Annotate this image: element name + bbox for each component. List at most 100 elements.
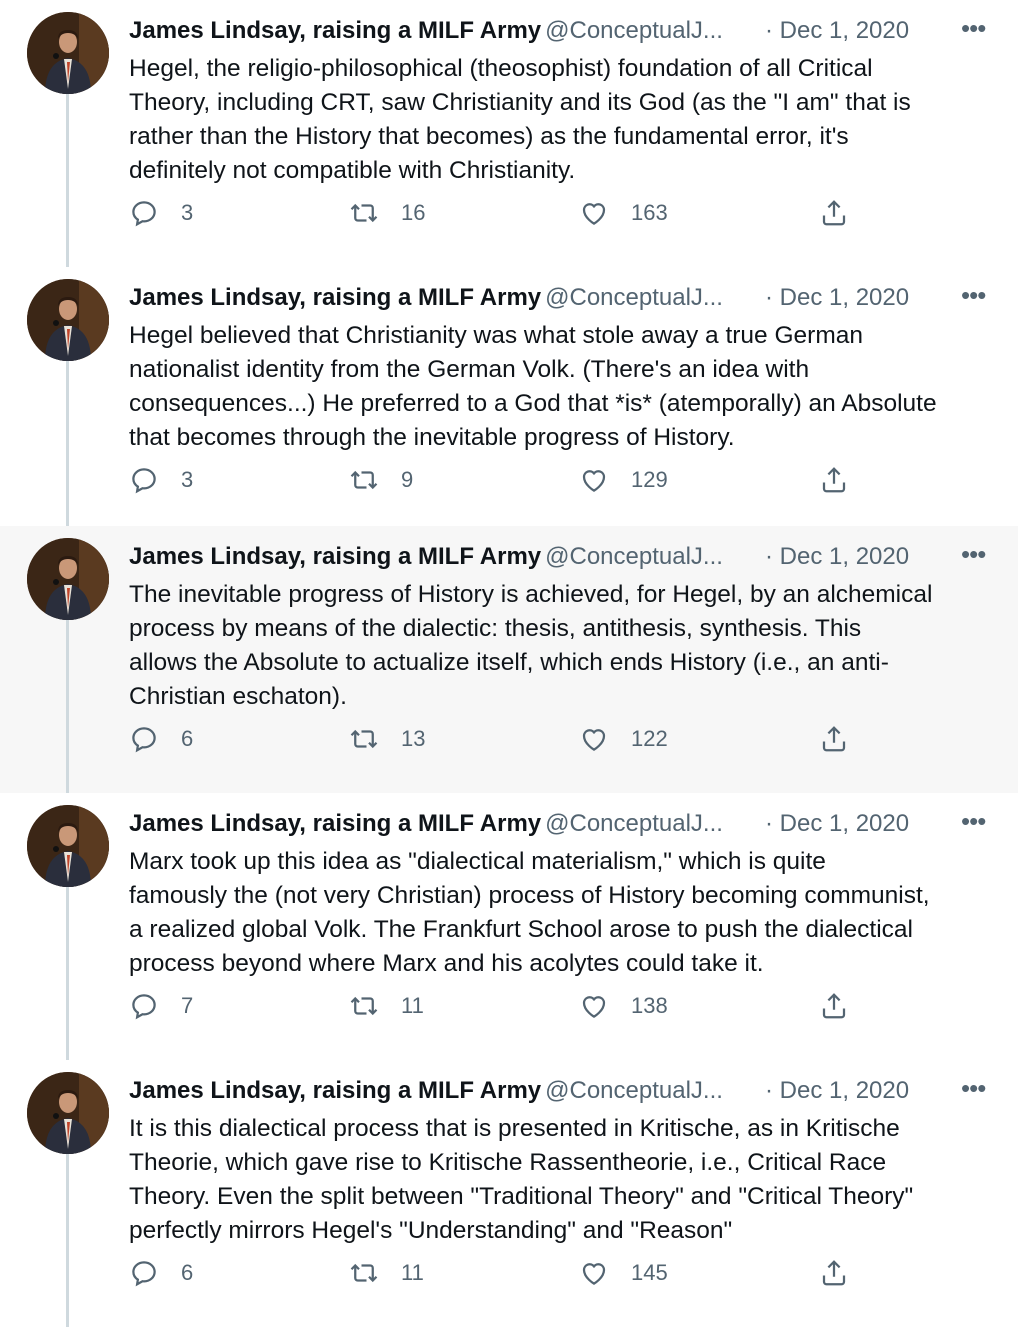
share-icon xyxy=(819,1258,849,1288)
reply-count: 6 xyxy=(181,726,194,751)
tweet-actions: 3 16 163 xyxy=(129,196,869,230)
author-name[interactable]: James Lindsay, raising a MILF Army xyxy=(129,810,541,837)
reply-icon xyxy=(129,198,159,228)
tweet-actions: 3 9 129 xyxy=(129,463,869,497)
reply-count: 7 xyxy=(181,993,194,1018)
tweet-highlighted[interactable]: James Lindsay, raising a MILF Army @Conce… xyxy=(0,526,1018,793)
reply-button[interactable]: 3 xyxy=(129,463,193,497)
retweet-button[interactable]: 11 xyxy=(349,1256,424,1290)
like-button[interactable]: 163 xyxy=(579,196,668,230)
retweet-icon xyxy=(349,465,379,495)
avatar[interactable] xyxy=(27,12,109,94)
thread-line xyxy=(66,94,69,267)
like-count: 145 xyxy=(631,1260,668,1285)
tweet-header: James Lindsay, raising a MILF Army @Conce… xyxy=(129,537,1018,574)
like-button[interactable]: 122 xyxy=(579,722,668,756)
thread-line xyxy=(66,887,69,1060)
more-icon[interactable]: ••• xyxy=(961,1071,986,1105)
retweet-button[interactable]: 11 xyxy=(349,989,424,1023)
tweet-actions: 6 13 122 xyxy=(129,722,869,756)
reply-button[interactable]: 3 xyxy=(129,196,193,230)
like-button[interactable]: 129 xyxy=(579,463,668,497)
reply-icon xyxy=(129,991,159,1021)
more-icon[interactable]: ••• xyxy=(961,804,986,838)
tweet-actions: 7 11 138 xyxy=(129,989,869,1023)
tweet-header: James Lindsay, raising a MILF Army @Conce… xyxy=(129,11,1018,48)
thread-line xyxy=(66,361,69,534)
share-button[interactable] xyxy=(819,196,849,230)
retweet-icon xyxy=(349,991,379,1021)
reply-count: 3 xyxy=(181,200,194,225)
reply-icon xyxy=(129,1258,159,1288)
thread-line xyxy=(66,1154,69,1327)
like-button[interactable]: 145 xyxy=(579,1256,668,1290)
like-icon xyxy=(579,991,609,1021)
more-icon[interactable]: ••• xyxy=(961,537,986,571)
tweet-text: Hegel believed that Christianity was wha… xyxy=(129,322,937,451)
avatar[interactable] xyxy=(27,1072,109,1154)
author-name[interactable]: James Lindsay, raising a MILF Army xyxy=(129,543,541,570)
reply-button[interactable]: 7 xyxy=(129,989,193,1023)
author-handle[interactable]: @ConceptualJ... xyxy=(545,810,723,837)
tweet-date[interactable]: · Dec 1, 2020 xyxy=(765,540,909,574)
share-button[interactable] xyxy=(819,463,849,497)
tweet-date[interactable]: · Dec 1, 2020 xyxy=(765,807,909,841)
tweet[interactable]: James Lindsay, raising a MILF Army @Conce… xyxy=(0,267,1018,534)
tweet-header: James Lindsay, raising a MILF Army @Conce… xyxy=(129,804,1018,841)
share-button[interactable] xyxy=(819,722,849,756)
like-count: 122 xyxy=(631,726,668,751)
retweet-count: 9 xyxy=(401,467,414,492)
thread-line xyxy=(66,620,69,793)
more-icon[interactable]: ••• xyxy=(961,278,986,312)
author-name[interactable]: James Lindsay, raising a MILF Army xyxy=(129,1077,541,1104)
retweet-icon xyxy=(349,198,379,228)
author-name[interactable]: James Lindsay, raising a MILF Army xyxy=(129,17,541,44)
author-handle[interactable]: @ConceptualJ... xyxy=(545,1077,723,1104)
like-icon xyxy=(579,198,609,228)
avatar[interactable] xyxy=(27,279,109,361)
tweet[interactable]: James Lindsay, raising a MILF Army @Conce… xyxy=(0,1060,1018,1327)
like-icon xyxy=(579,1258,609,1288)
avatar[interactable] xyxy=(27,538,109,620)
retweet-button[interactable]: 9 xyxy=(349,463,413,497)
tweet-date[interactable]: · Dec 1, 2020 xyxy=(765,1074,909,1108)
tweet-date[interactable]: · Dec 1, 2020 xyxy=(765,14,909,48)
tweet-thread: James Lindsay, raising a MILF Army @Conce… xyxy=(0,0,1032,1327)
avatar[interactable] xyxy=(27,805,109,887)
share-icon xyxy=(819,724,849,754)
like-icon xyxy=(579,465,609,495)
more-icon[interactable]: ••• xyxy=(961,11,986,45)
reply-icon xyxy=(129,465,159,495)
tweet-header: James Lindsay, raising a MILF Army @Conce… xyxy=(129,1071,1018,1108)
like-count: 138 xyxy=(631,993,668,1018)
tweet-text: Marx took up this idea as "dialectical m… xyxy=(129,848,930,977)
retweet-button[interactable]: 13 xyxy=(349,722,425,756)
tweet-date[interactable]: · Dec 1, 2020 xyxy=(765,281,909,315)
share-button[interactable] xyxy=(819,989,849,1023)
retweet-icon xyxy=(349,724,379,754)
share-icon xyxy=(819,991,849,1021)
share-button[interactable] xyxy=(819,1256,849,1290)
author-handle[interactable]: @ConceptualJ... xyxy=(545,17,723,44)
retweet-button[interactable]: 16 xyxy=(349,196,425,230)
reply-button[interactable]: 6 xyxy=(129,1256,193,1290)
tweet-actions: 6 11 145 xyxy=(129,1256,869,1290)
tweet[interactable]: James Lindsay, raising a MILF Army @Conce… xyxy=(0,0,1018,267)
retweet-count: 11 xyxy=(401,1260,424,1285)
author-handle[interactable]: @ConceptualJ... xyxy=(545,543,723,570)
like-icon xyxy=(579,724,609,754)
retweet-count: 13 xyxy=(401,726,426,751)
author-handle[interactable]: @ConceptualJ... xyxy=(545,284,723,311)
like-count: 129 xyxy=(631,467,668,492)
like-button[interactable]: 138 xyxy=(579,989,668,1023)
reply-button[interactable]: 6 xyxy=(129,722,193,756)
reply-count: 6 xyxy=(181,1260,194,1285)
retweet-count: 11 xyxy=(401,993,424,1018)
tweet[interactable]: James Lindsay, raising a MILF Army @Conce… xyxy=(0,793,1018,1060)
tweet-header: James Lindsay, raising a MILF Army @Conce… xyxy=(129,278,1018,315)
reply-icon xyxy=(129,724,159,754)
author-name[interactable]: James Lindsay, raising a MILF Army xyxy=(129,284,541,311)
like-count: 163 xyxy=(631,200,668,225)
reply-count: 3 xyxy=(181,467,194,492)
retweet-icon xyxy=(349,1258,379,1288)
